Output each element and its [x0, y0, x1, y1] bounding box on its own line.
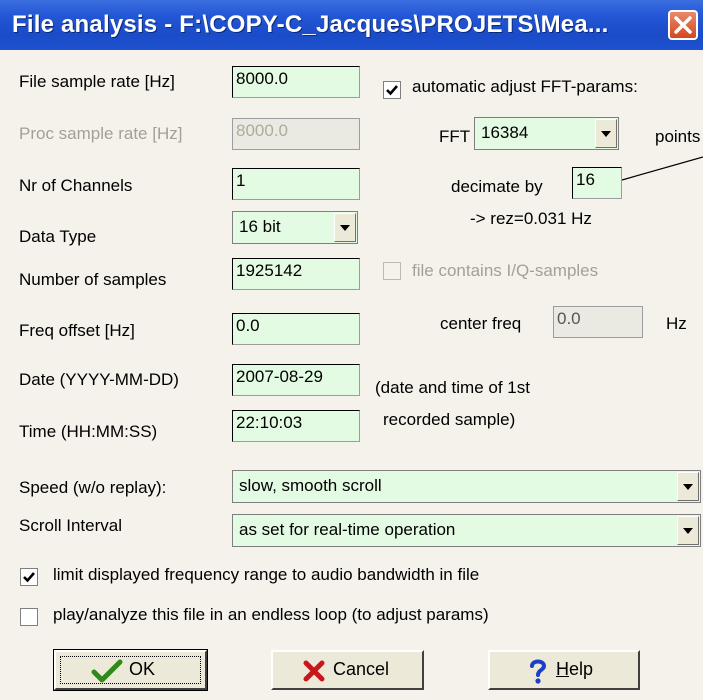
title-bar[interactable]: File analysis - F:\COPY-C_Jacques\PROJET…	[0, 0, 703, 50]
decimate-label: decimate by	[451, 177, 543, 196]
num-samples-input[interactable]: 1925142	[232, 258, 360, 290]
scroll-interval-label: Scroll Interval	[19, 516, 122, 535]
speed-label: Speed (w/o replay):	[19, 478, 167, 497]
help-button-label: Help	[556, 659, 593, 680]
endless-loop-checkbox[interactable]	[20, 608, 38, 626]
limit-bandwidth-label: limit displayed frequency range to audio…	[53, 565, 480, 584]
freq-offset-input[interactable]: 0.0	[232, 313, 360, 345]
decimate-input[interactable]: 16	[572, 167, 622, 199]
cancel-button[interactable]: Cancel	[271, 650, 424, 690]
file-sample-rate-input[interactable]: 8000.0	[232, 66, 360, 98]
help-accelerator: H	[556, 659, 569, 679]
endless-loop-label: play/analyze this file in an endless loo…	[53, 605, 489, 624]
proc-sample-rate-label: Proc sample rate [Hz]	[19, 124, 183, 143]
date-input[interactable]: 2007-08-29	[232, 364, 360, 396]
data-type-label: Data Type	[19, 227, 97, 246]
fft-size-select[interactable]: 16384	[474, 117, 619, 150]
date-note-line1: (date and time of 1st	[375, 378, 530, 397]
checkmark-icon	[386, 85, 398, 96]
ok-button-label: OK	[129, 659, 156, 679]
checkmark-icon	[91, 659, 123, 683]
ok-button[interactable]: OK	[53, 649, 208, 691]
proc-sample-rate-input: 8000.0	[232, 118, 360, 150]
channels-label: Nr of Channels	[19, 176, 133, 195]
channels-input[interactable]: 1	[232, 168, 360, 200]
tooltip-pointer-line	[621, 156, 703, 181]
cancel-x-icon	[303, 660, 325, 682]
cancel-button-label: Cancel	[333, 659, 390, 679]
auto-fft-checkbox[interactable]	[383, 81, 401, 99]
limit-bandwidth-checkbox[interactable]	[20, 568, 38, 586]
close-icon	[674, 16, 692, 34]
fft-label: FFT	[439, 127, 471, 146]
scroll-interval-select[interactable]: as set for real-time operation	[232, 514, 701, 547]
time-input[interactable]: 22:10:03	[232, 410, 360, 442]
checkmark-icon	[23, 572, 35, 583]
freq-offset-label: Freq offset [Hz]	[19, 321, 135, 340]
auto-fft-label: automatic adjust FFT-params:	[412, 77, 638, 96]
time-label: Time (HH:MM:SS)	[19, 422, 158, 441]
window-title: File analysis - F:\COPY-C_Jacques\PROJET…	[12, 11, 609, 38]
file-analysis-dialog: File analysis - F:\COPY-C_Jacques\PROJET…	[0, 0, 703, 700]
iq-samples-label: file contains I/Q-samples	[412, 261, 599, 280]
chevron-down-icon[interactable]	[334, 213, 356, 242]
resolution-text: -> rez=0.031 Hz	[470, 209, 592, 228]
iq-samples-checkbox[interactable]	[383, 262, 401, 280]
center-freq-label: center freq	[440, 314, 522, 333]
help-label-rest: elp	[569, 659, 594, 679]
help-button[interactable]: Help	[488, 650, 640, 690]
speed-select[interactable]: slow, smooth scroll	[232, 470, 701, 503]
date-label: Date (YYYY-MM-DD)	[19, 370, 179, 389]
chevron-down-icon[interactable]	[677, 472, 699, 501]
points-label: points	[655, 127, 701, 146]
data-type-value: 16 bit	[239, 217, 281, 236]
help-question-icon	[530, 659, 547, 684]
chevron-down-icon[interactable]	[677, 516, 699, 545]
file-sample-rate-label: File sample rate [Hz]	[19, 72, 175, 91]
fft-size-value: 16384	[481, 123, 529, 142]
chevron-down-icon[interactable]	[595, 119, 617, 148]
data-type-select[interactable]: 16 bit	[232, 211, 358, 244]
close-button[interactable]	[668, 10, 698, 40]
date-note-line2: recorded sample)	[383, 410, 516, 429]
speed-value: slow, smooth scroll	[239, 476, 382, 495]
num-samples-label: Number of samples	[19, 270, 167, 289]
scroll-interval-value: as set for real-time operation	[239, 520, 456, 539]
center-freq-input: 0.0	[553, 306, 643, 338]
hz-label: Hz	[666, 314, 687, 333]
